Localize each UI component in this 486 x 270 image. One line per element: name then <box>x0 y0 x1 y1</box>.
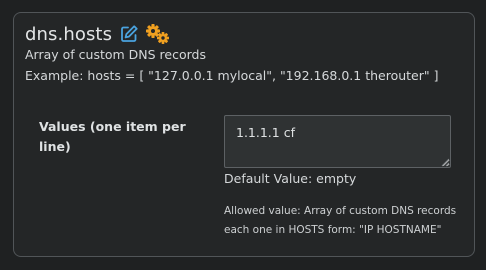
setting-header: dns.hosts <box>25 21 171 47</box>
default-value-text: Default Value: empty <box>224 171 357 186</box>
edit-icon[interactable] <box>119 24 139 44</box>
setting-description: Array of custom DNS records <box>25 47 206 62</box>
values-textarea[interactable]: 1.1.1.1 cf <box>224 115 451 168</box>
setting-card: dns.hosts Array of custom DNS records Ex… <box>13 12 475 257</box>
resize-grip-icon[interactable] <box>441 158 450 167</box>
gears-icon[interactable] <box>145 23 171 45</box>
allowed-value-help: Allowed value: Array of custom DNS recor… <box>224 202 464 240</box>
setting-title: dns.hosts <box>25 23 113 45</box>
values-field-label: Values (one item per line) <box>39 119 186 154</box>
allowed-value-line-2: each one in HOSTS form: "IP HOSTNAME" <box>224 224 442 236</box>
allowed-value-line-1: Allowed value: Array of custom DNS recor… <box>224 205 457 217</box>
setting-example: Example: hosts = [ "127.0.0.1 mylocal", … <box>25 68 439 83</box>
